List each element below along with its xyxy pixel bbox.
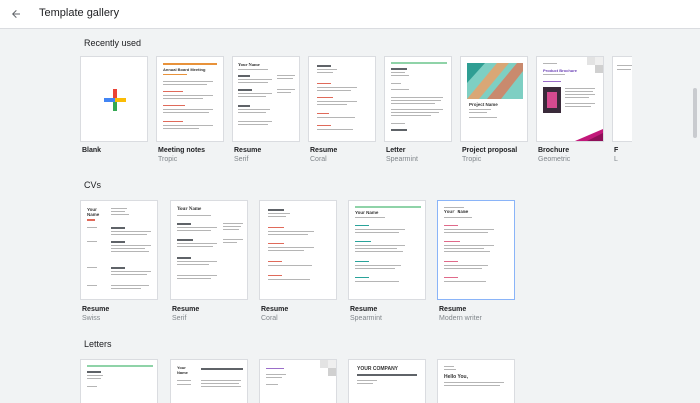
template-card-resume-serif[interactable]: Your Name [232, 56, 300, 142]
template-card-letter-3[interactable] [259, 359, 337, 403]
template-card-meeting-notes[interactable]: Annual Board Meeting [156, 56, 224, 142]
section-title-recent: Recently used [84, 38, 142, 48]
template-card-resume-coral[interactable] [308, 56, 376, 142]
template-card-letter-spearmint[interactable] [384, 56, 452, 142]
template-card-letter-2[interactable]: Your Name [170, 359, 248, 403]
back-button[interactable] [6, 4, 26, 24]
thumb-your-company: YOUR COMPANY [357, 366, 399, 372]
card-name-letter-spearmint: Letter [386, 147, 406, 154]
card-name-blank: Blank [82, 147, 102, 154]
card-sub-cv-resume-coral: Coral [261, 315, 278, 322]
template-card-partial[interactable] [612, 56, 632, 142]
section-title-letters: Letters [84, 339, 112, 349]
template-card-project-proposal[interactable]: Project Name [460, 56, 528, 142]
phone-screen [547, 92, 557, 108]
thumb-your-name-modern: Your Name [444, 210, 469, 215]
template-card-letter-4[interactable]: YOUR COMPANY [348, 359, 426, 403]
page-title: Template gallery [39, 7, 120, 19]
thumb-meeting-title: Annual Board Meeting [163, 67, 206, 72]
template-card-resume-swiss[interactable]: Your Name [80, 200, 158, 300]
card-sub-letter-spearmint: Spearmint [386, 156, 418, 163]
card-name-resume-spearmint: Resume [350, 306, 378, 313]
card-sub-partial: L [614, 156, 618, 163]
card-sub-brochure: Geometric [538, 156, 571, 163]
arrow-back-icon [12, 10, 20, 18]
card-name-partial: F [614, 147, 619, 154]
vertical-scrollbar[interactable] [693, 88, 697, 138]
card-name-project-proposal: Project proposal [462, 147, 518, 154]
card-sub-meeting-notes: Tropic [158, 156, 178, 163]
template-card-resume-modern-writer[interactable]: Your Name [437, 200, 515, 300]
gallery-main: Recently used Blank Annual Board Meeting… [0, 30, 700, 403]
template-card-letter-5[interactable]: Hello You, [437, 359, 515, 403]
card-sub-resume-spearmint: Spearmint [350, 315, 382, 322]
thumb-hello-you: Hello You, [444, 374, 468, 380]
template-card-letter-1[interactable] [80, 359, 158, 403]
plus-icon [104, 89, 126, 111]
card-name-brochure: Brochure [538, 147, 570, 154]
card-sub-resume-serif: Serif [234, 156, 249, 163]
card-sub-cv-resume-serif: Serif [172, 315, 187, 322]
card-sub-resume-coral: Coral [310, 156, 327, 163]
card-sub-resume-modern-writer: Modern writer [439, 315, 482, 322]
thumb-your-name-spearmint: Your Name [355, 210, 379, 215]
geometric-corner-pattern [587, 57, 603, 73]
thumb-your-name: Your Name [238, 62, 260, 67]
thumb-your-name-swiss: Your Name [87, 207, 100, 217]
template-card-resume-spearmint[interactable]: Your Name [348, 200, 426, 300]
geometric-corner-pattern-letter [320, 360, 336, 376]
template-card-blank[interactable] [80, 56, 148, 142]
thumb-your-name-serif: Your Name [177, 207, 202, 212]
card-name-cv-resume-coral: Resume [261, 306, 289, 313]
thumb-project-name: Project Name [469, 102, 498, 107]
geometric-cover-image [467, 63, 523, 99]
card-name-resume-swiss: Resume [82, 306, 110, 313]
top-bar: Template gallery [0, 0, 700, 29]
thumb-product-brochure: Product Brochure [543, 68, 578, 73]
magenta-corner-shape [575, 129, 603, 141]
thumb-your-name-letter: Your Name [177, 365, 188, 375]
template-card-cv-resume-coral[interactable] [259, 200, 337, 300]
card-name-resume-coral: Resume [310, 147, 338, 154]
card-name-resume-modern-writer: Resume [439, 306, 467, 313]
card-name-resume-serif: Resume [234, 147, 262, 154]
card-sub-project-proposal: Tropic [462, 156, 482, 163]
template-card-cv-resume-serif[interactable]: Your Name [170, 200, 248, 300]
template-card-brochure[interactable]: Product Brochure [536, 56, 604, 142]
section-title-cvs: CVs [84, 180, 102, 190]
card-sub-resume-swiss: Swiss [82, 315, 101, 322]
card-name-meeting-notes: Meeting notes [158, 147, 206, 154]
card-name-cv-resume-serif: Resume [172, 306, 200, 313]
